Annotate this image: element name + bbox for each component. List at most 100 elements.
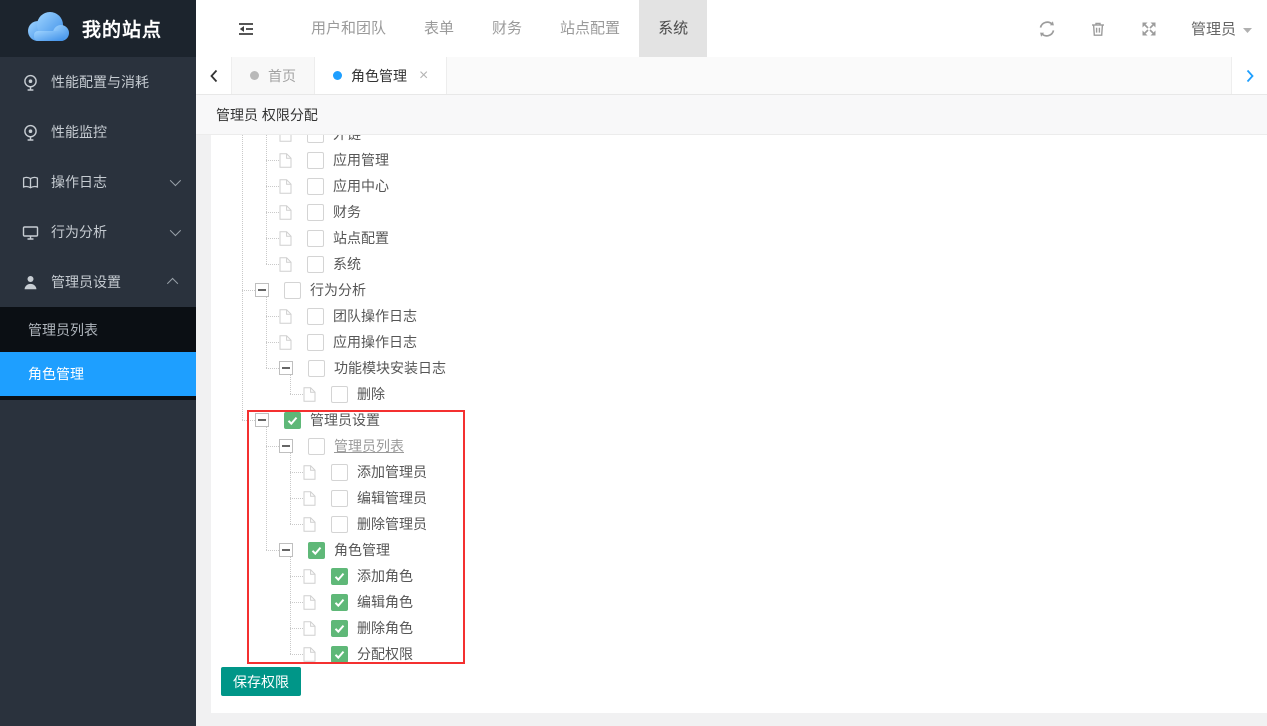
sidebar-subitem[interactable]: 管理员列表 [0,308,196,352]
file-icon [279,153,292,168]
tree-expander-icon[interactable] [279,543,293,557]
file-icon [279,179,292,194]
save-permissions-button[interactable]: 保存权限 [221,667,301,696]
tree-node-label[interactable]: 删除管理员 [357,514,427,534]
tree-checkbox[interactable] [284,282,301,299]
user-menu[interactable]: 管理员 [1191,18,1252,39]
tree-connector [266,212,279,213]
refresh-icon[interactable] [1038,20,1056,38]
file-icon [303,491,316,506]
tree-checkbox[interactable] [307,230,324,247]
tree-checkbox[interactable] [307,152,324,169]
nav-item-4[interactable]: 站点配置 [541,0,639,57]
tree-expander-icon[interactable] [279,439,293,453]
app-logo[interactable]: 我的站点 [0,0,196,57]
tree-connector [290,472,303,473]
tree-node-label[interactable]: 系统 [333,254,361,274]
tree-checkbox[interactable] [331,464,348,481]
tab-2[interactable]: 角色管理× [315,57,447,94]
file-icon [279,335,292,350]
monitor-icon [22,224,39,241]
tree-checkbox[interactable] [331,386,348,403]
tab-scroll-left-button[interactable] [196,57,232,94]
tree-checkbox[interactable] [308,360,325,377]
nav-item-3[interactable]: 财务 [473,0,541,57]
tab-dot-icon [333,71,342,80]
tree-node: 应用中心 [211,173,1267,199]
tree-checkbox[interactable] [331,620,348,637]
tree-connector [290,557,291,654]
file-icon [279,309,292,324]
tree-checkbox[interactable] [331,516,348,533]
tree-node: 管理员设置 [211,407,1267,433]
tree-node-label[interactable]: 功能模块安装日志 [334,358,446,378]
tree-checkbox[interactable] [307,334,324,351]
sidebar-subitem[interactable]: 角色管理 [0,352,196,396]
tree-node-label[interactable]: 添加管理员 [357,462,427,482]
tree-expander-icon[interactable] [255,413,269,427]
tree-connector [290,524,303,525]
tree-checkbox[interactable] [284,412,301,429]
tree-node-label[interactable]: 管理员列表 [334,436,404,456]
tree-connector [290,498,303,499]
tree-checkbox[interactable] [307,256,324,273]
tree-connector [266,446,279,447]
tree-expander-icon[interactable] [279,361,293,375]
tree-node-label[interactable]: 应用管理 [333,150,389,170]
chevron-up-icon [167,278,178,289]
tree-node: 应用管理 [211,147,1267,173]
tree-node: 应用操作日志 [211,329,1267,355]
tree-node-label[interactable]: 添加角色 [357,566,413,586]
tree-node-label[interactable]: 团队操作日志 [333,306,417,326]
nav-item-5[interactable]: 系统 [639,0,707,57]
collapse-menu-icon[interactable] [236,19,256,39]
file-icon [303,387,316,402]
tree-checkbox[interactable] [307,204,324,221]
tree-checkbox[interactable] [331,594,348,611]
tree-connector [290,628,303,629]
tree-checkbox[interactable] [308,438,325,455]
trash-icon[interactable] [1089,20,1107,38]
tree-node-label[interactable]: 行为分析 [310,280,366,300]
tree-node-label[interactable]: 分配权限 [357,644,413,664]
tree-node-label[interactable]: 外链 [333,135,361,144]
sidebar-item-4[interactable]: 行为分析 [0,207,196,257]
tree-checkbox[interactable] [307,135,324,143]
app-title: 我的站点 [82,15,162,42]
tree-node-label[interactable]: 删除角色 [357,618,413,638]
tree-node-label[interactable]: 删除 [357,384,385,404]
tree-node-label[interactable]: 编辑角色 [357,592,413,612]
tree-node-label[interactable]: 站点配置 [333,228,389,248]
nav-item-2[interactable]: 表单 [405,0,473,57]
tab-1[interactable]: 首页 [232,57,315,94]
sidebar-item-5[interactable]: 管理员设置 [0,257,196,307]
sidebar-item-label: 性能监控 [51,122,178,142]
tree-node-label[interactable]: 角色管理 [334,540,390,560]
tree-expander-icon[interactable] [255,283,269,297]
sidebar-item-3[interactable]: 操作日志 [0,157,196,207]
close-icon[interactable]: × [419,68,428,84]
tree-checkbox[interactable] [307,308,324,325]
sidebar-item-label: 行为分析 [51,222,158,242]
tree-node-label[interactable]: 应用操作日志 [333,332,417,352]
tree-connector [290,654,303,655]
tree-checkbox[interactable] [331,646,348,663]
tree-checkbox[interactable] [307,178,324,195]
tree-connector [266,316,279,317]
tree-node-label[interactable]: 财务 [333,202,361,222]
tab-scroll-right-button[interactable] [1231,57,1267,94]
fullscreen-icon[interactable] [1140,20,1158,38]
tree-checkbox[interactable] [308,542,325,559]
tree-node-label[interactable]: 管理员设置 [310,410,380,430]
tree-checkbox[interactable] [331,490,348,507]
tree-node-label[interactable]: 应用中心 [333,176,389,196]
file-icon [303,621,316,636]
tree-checkbox[interactable] [331,568,348,585]
sidebar-item-2[interactable]: 性能监控 [0,107,196,157]
nav-item-1[interactable]: 用户和团队 [292,0,405,57]
header-actions: 管理员 [1038,0,1252,57]
file-icon [279,257,292,272]
tree-node-label[interactable]: 编辑管理员 [357,488,427,508]
page-title: 管理员 权限分配 [196,95,1267,135]
sidebar-item-1[interactable]: 性能配置与消耗 [0,57,196,107]
